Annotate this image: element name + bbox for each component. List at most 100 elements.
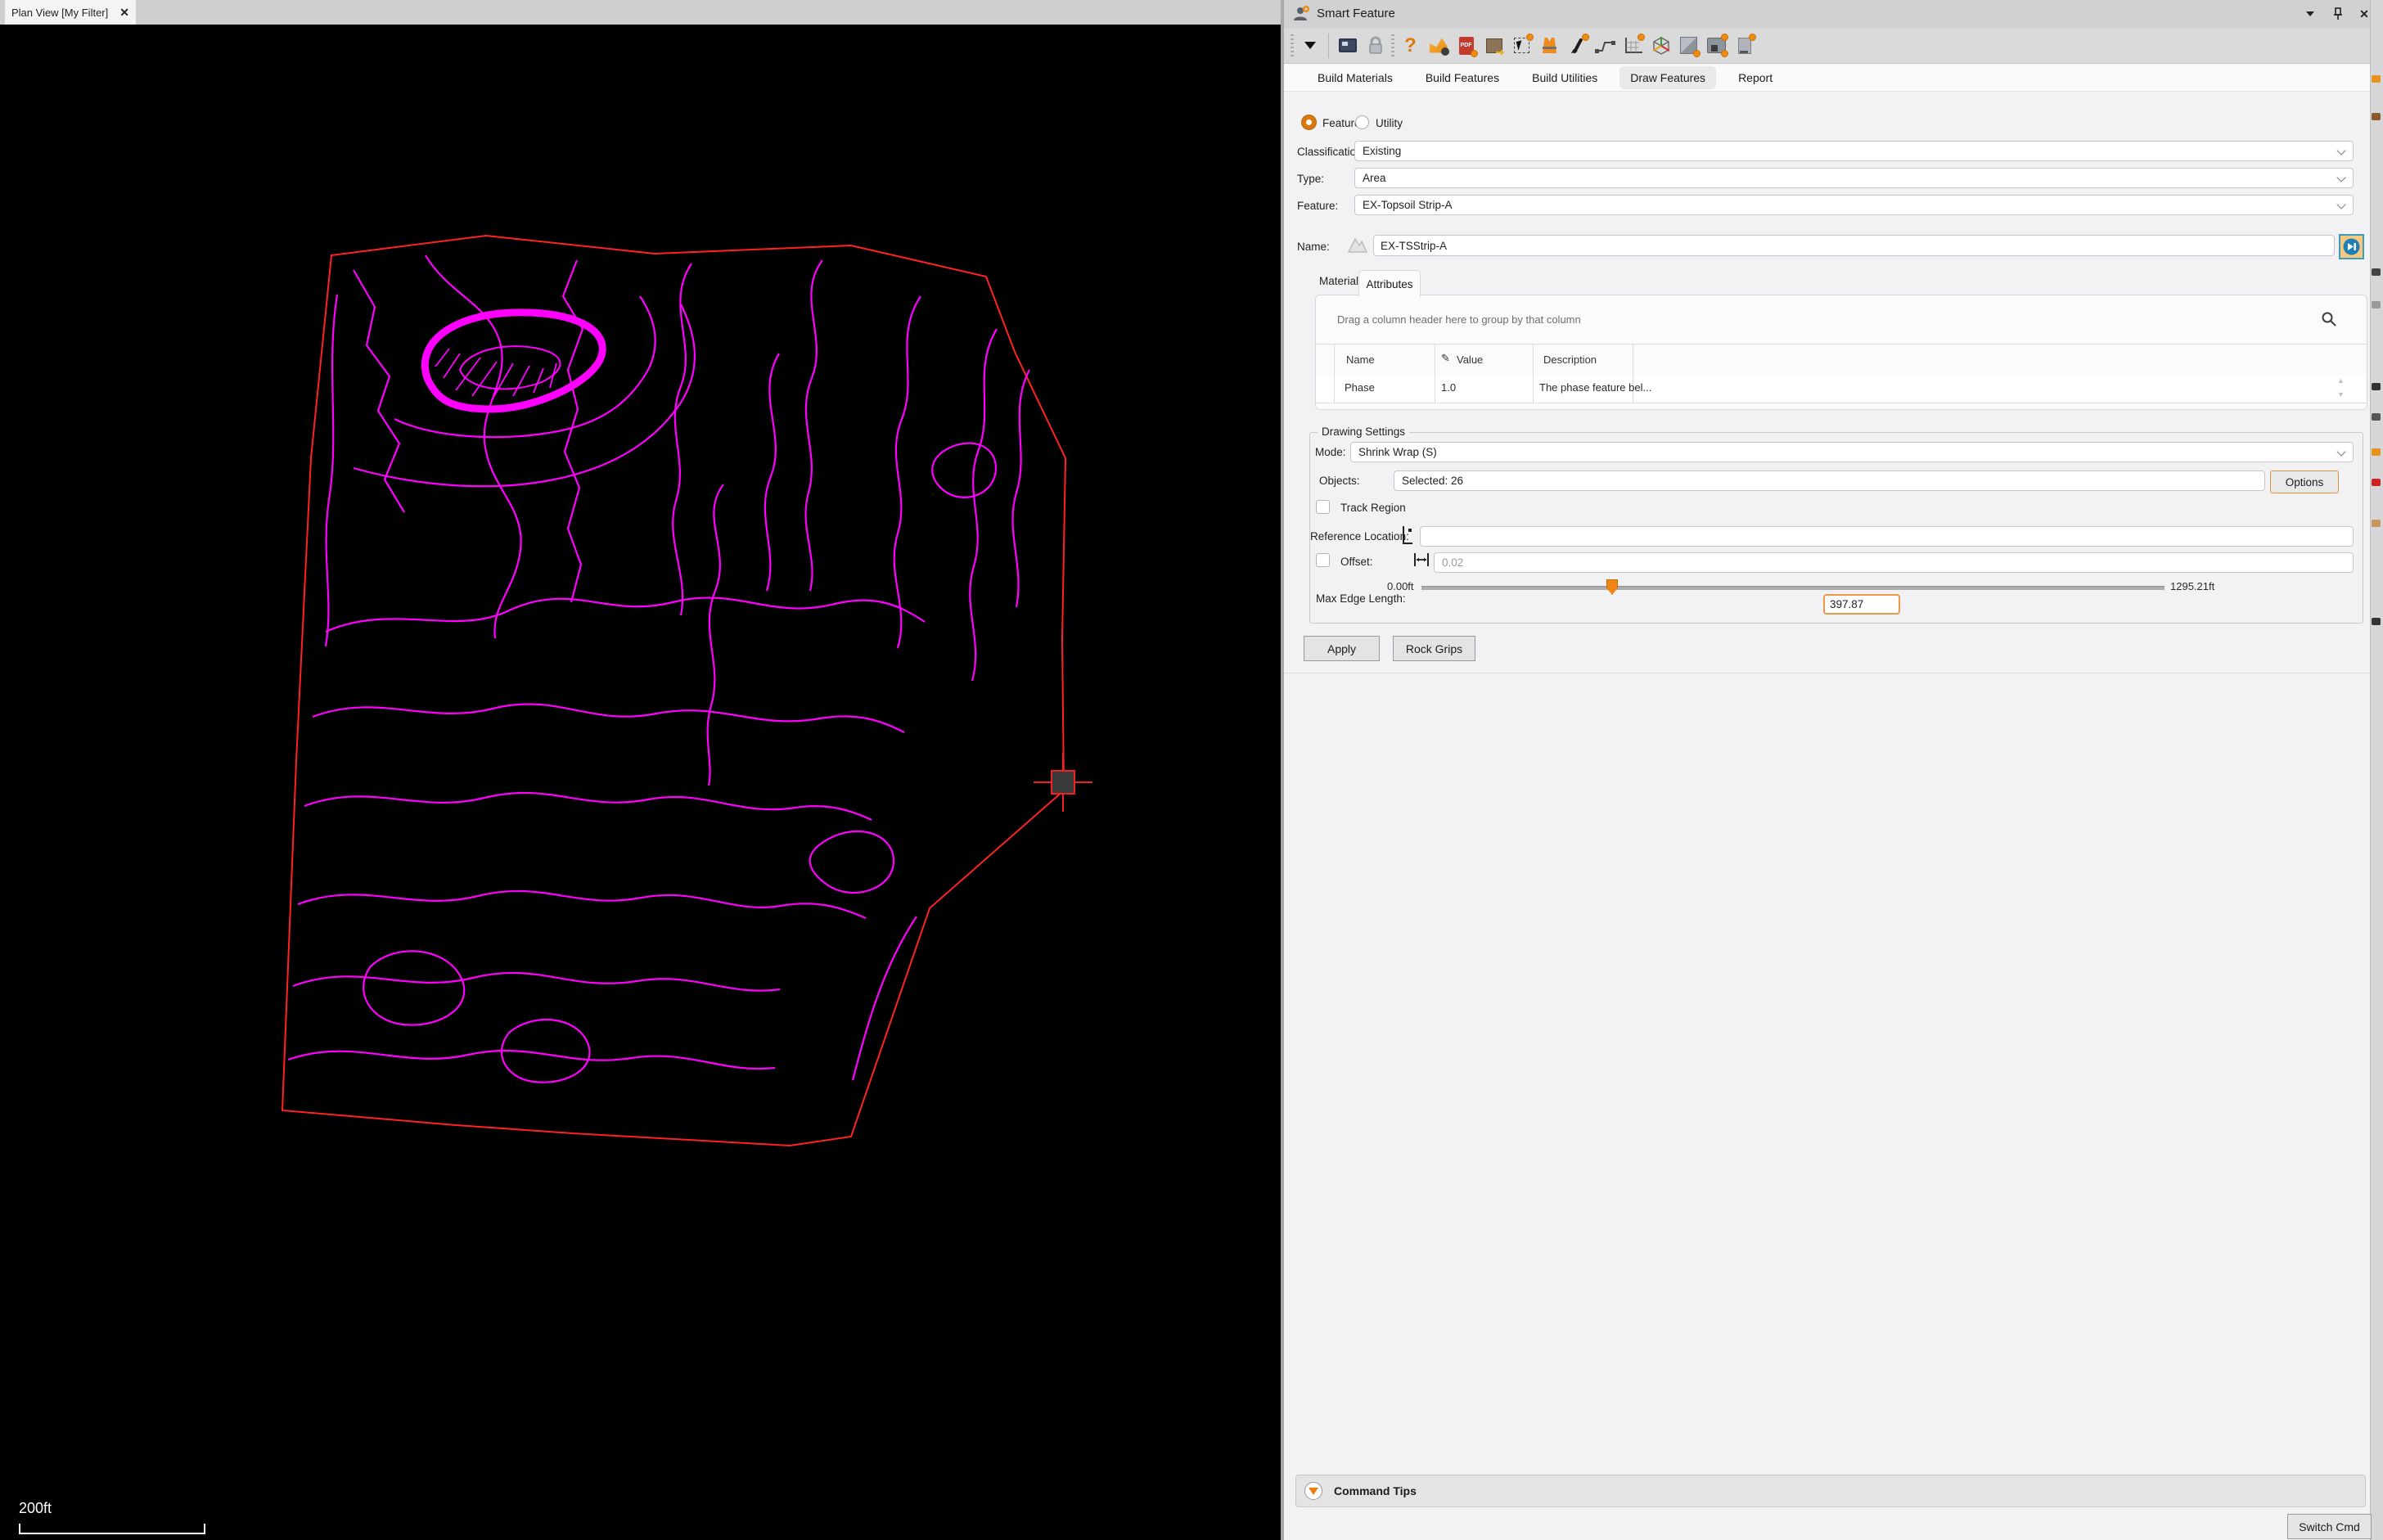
- row-phase-value[interactable]: 1.0: [1441, 381, 1456, 394]
- docked-icon[interactable]: [2372, 301, 2381, 308]
- type-dropdown[interactable]: Area: [1354, 168, 2354, 188]
- tab-build-materials[interactable]: Build Materials: [1307, 66, 1403, 89]
- attributes-tab[interactable]: Attributes: [1358, 270, 1421, 297]
- pick-point-icon[interactable]: [1399, 525, 1416, 546]
- row-phase-description: The phase feature bel...: [1539, 381, 1652, 394]
- offset-distance-icon: [1414, 553, 1429, 566]
- panel-tab-bar: Build Materials Build Features Build Uti…: [1284, 64, 2370, 92]
- apply-button[interactable]: Apply: [1304, 636, 1380, 661]
- grid-axes-icon[interactable]: [1621, 34, 1645, 57]
- classification-value: Existing: [1363, 145, 1402, 157]
- docked-toolbar-strip[interactable]: [2370, 0, 2383, 1540]
- panel-pin-icon[interactable]: [2329, 6, 2347, 22]
- command-tips-bar[interactable]: Command Tips: [1295, 1475, 2366, 1507]
- scroll-up-icon[interactable]: ▲: [2337, 376, 2345, 385]
- feature-dropdown[interactable]: EX-Topsoil Strip-A: [1354, 195, 2354, 215]
- row-phase-name: Phase: [1345, 381, 1375, 394]
- docked-icon[interactable]: [2372, 618, 2381, 625]
- options-button[interactable]: Options: [2270, 471, 2339, 493]
- objects-field[interactable]: Selected: 26: [1394, 471, 2265, 491]
- lock-icon[interactable]: [1363, 34, 1387, 57]
- screen-icon[interactable]: [1336, 34, 1359, 57]
- selected-contour-blob: [421, 308, 606, 413]
- group-by-hint[interactable]: Drag a column header here to group by th…: [1337, 313, 1581, 326]
- docked-icon[interactable]: [2372, 479, 2381, 486]
- boundary-polyline: [281, 234, 1067, 1147]
- skip-next-icon: [2343, 238, 2360, 255]
- max-edge-length-slider[interactable]: [1421, 586, 2165, 590]
- plan-view-tab-label: Plan View [My Filter]: [11, 6, 109, 19]
- max-edge-length-input[interactable]: [1823, 594, 1900, 615]
- plan-view-close-icon[interactable]: ✕: [119, 6, 129, 20]
- column-header-name[interactable]: Name: [1346, 353, 1375, 366]
- docked-icon[interactable]: [2372, 113, 2381, 120]
- table-row[interactable]: [1316, 375, 2367, 403]
- column-header-value[interactable]: Value: [1457, 353, 1483, 366]
- scale-bar-label: 200ft: [19, 1500, 52, 1516]
- tab-report[interactable]: Report: [1728, 66, 1783, 89]
- tab-build-features[interactable]: Build Features: [1415, 66, 1510, 89]
- toolbar-grip[interactable]: [1391, 34, 1394, 57]
- reference-location-field[interactable]: [1420, 526, 2354, 547]
- mode-label: Mode:: [1315, 446, 1346, 458]
- safety-vest-icon[interactable]: [1538, 34, 1561, 57]
- max-edge-length-label: Max Edge Length:: [1316, 592, 1406, 605]
- selection-settings-icon[interactable]: [1510, 34, 1534, 57]
- panel-titlebar: Smart Feature: [1284, 0, 2370, 29]
- docked-icon[interactable]: [2372, 75, 2381, 83]
- docked-icon[interactable]: [2372, 413, 2381, 421]
- help-icon[interactable]: ?: [1399, 34, 1422, 57]
- offset-checkbox[interactable]: [1316, 553, 1330, 567]
- plan-view-tab[interactable]: Plan View [My Filter] ✕: [5, 0, 136, 25]
- docked-icon[interactable]: [2372, 448, 2381, 456]
- column-header-description[interactable]: Description: [1543, 353, 1597, 366]
- track-region-checkbox[interactable]: [1316, 500, 1330, 514]
- mode-value: Shrink Wrap (S): [1358, 446, 1437, 458]
- docked-icon[interactable]: [2372, 268, 2381, 276]
- plan-view-canvas[interactable]: [0, 25, 1281, 1540]
- feature-radio[interactable]: [1302, 115, 1316, 129]
- image-settings-icon[interactable]: [1426, 34, 1450, 57]
- offset-field[interactable]: 0.02: [1434, 552, 2354, 573]
- package-export-icon[interactable]: [1482, 34, 1506, 57]
- utility-radio[interactable]: [1355, 115, 1369, 129]
- chevron-down-icon: [2336, 146, 2346, 155]
- document-export-icon[interactable]: [1732, 34, 1756, 57]
- rock-grips-button[interactable]: Rock Grips: [1393, 636, 1475, 661]
- name-label: Name:: [1297, 241, 1330, 253]
- solid-box-icon[interactable]: [1677, 34, 1701, 57]
- docked-icon[interactable]: [2372, 520, 2381, 527]
- name-increment-button[interactable]: [2339, 234, 2364, 259]
- panel-dropdown-arrow-icon[interactable]: [1298, 34, 1322, 57]
- expand-toggle-icon[interactable]: [1304, 1482, 1322, 1500]
- pencil-icon: ✎: [1441, 352, 1450, 364]
- scroll-down-icon[interactable]: ▼: [2337, 390, 2345, 399]
- switch-cmd-button[interactable]: Switch Cmd: [2287, 1514, 2372, 1539]
- application-window: Plan View [My Filter] ✕ 200ft Smart Feat…: [0, 0, 2383, 1540]
- contour-lines: [287, 254, 1030, 1083]
- toolbar-grip[interactable]: [1291, 34, 1294, 57]
- tab-draw-features[interactable]: Draw Features: [1619, 65, 1717, 89]
- utility-radio-label: Utility: [1376, 117, 1403, 129]
- mode-dropdown[interactable]: Shrink Wrap (S): [1350, 442, 2354, 462]
- objects-value: Selected: 26: [1402, 475, 1464, 487]
- offset-value: 0.02: [1442, 556, 1464, 569]
- cube-3d-icon[interactable]: [1649, 34, 1673, 57]
- search-icon[interactable]: [2321, 311, 2337, 327]
- toolbar-separator: [1328, 33, 1329, 58]
- objects-label: Objects:: [1319, 475, 1360, 487]
- pdf-export-icon[interactable]: PDF: [1454, 34, 1478, 57]
- type-value: Area: [1363, 172, 1386, 184]
- panel-settings-icon[interactable]: [1705, 34, 1728, 57]
- tab-build-utilities[interactable]: Build Utilities: [1521, 66, 1608, 89]
- command-tips-label: Command Tips: [1334, 1484, 1417, 1497]
- polyline-icon[interactable]: [1593, 34, 1617, 57]
- reference-location-label: Reference Location:: [1310, 530, 1409, 543]
- panel-chevron-down-icon[interactable]: [2301, 6, 2319, 22]
- name-input[interactable]: [1373, 235, 2335, 256]
- docked-icon[interactable]: [2372, 383, 2381, 390]
- smart-feature-panel: [1284, 0, 2370, 1540]
- chevron-down-icon: [2336, 447, 2346, 457]
- pen-annotate-icon[interactable]: [1565, 34, 1589, 57]
- classification-dropdown[interactable]: Existing: [1354, 141, 2354, 161]
